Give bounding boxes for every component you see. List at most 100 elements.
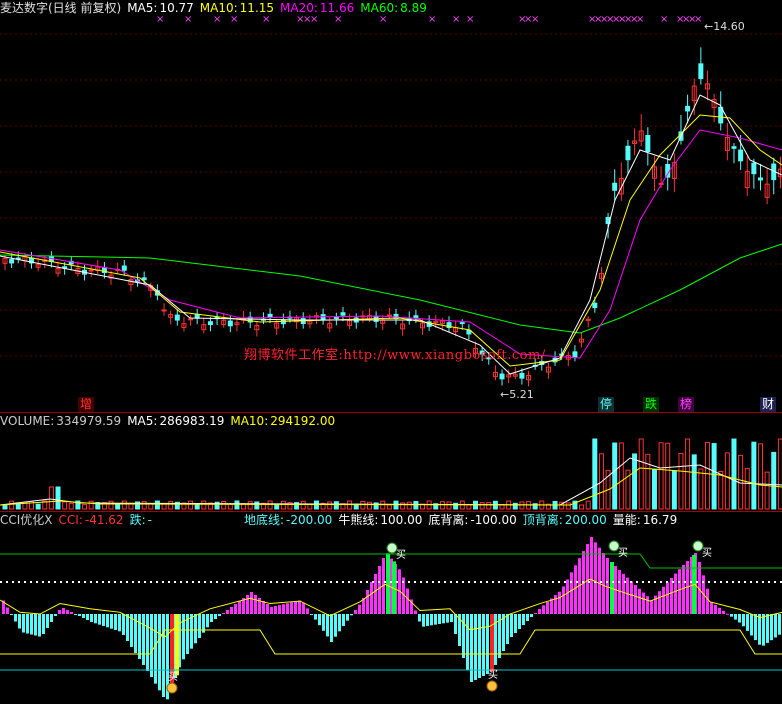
cci-bar [162, 614, 165, 697]
tag-bang[interactable]: 榜 [678, 397, 695, 412]
candle-body [267, 313, 273, 318]
volume-bar [35, 503, 41, 510]
volume-bar [9, 500, 15, 510]
candle-body [141, 277, 147, 281]
cci-bar [226, 610, 229, 614]
cci-bar [530, 614, 533, 617]
cci-bar [346, 614, 349, 621]
cci-bar [502, 614, 505, 651]
cci-bar [190, 614, 193, 649]
cci-bar [122, 614, 125, 635]
volume-bar [188, 500, 194, 510]
ma20-label: MA20: [280, 1, 318, 15]
volume-bar [757, 443, 763, 510]
cci-bar [254, 595, 257, 614]
volume-bar [234, 500, 240, 510]
volume-ma10-line [0, 467, 782, 506]
cci-bar [322, 614, 325, 631]
cci-bar [622, 573, 625, 614]
sell-signal-icon [486, 680, 498, 692]
cci-bar [718, 607, 721, 614]
signal-marker: × [694, 14, 702, 25]
cci-chart[interactable]: 买买买买买 [0, 512, 782, 704]
cci-bar [358, 604, 361, 614]
candle-body [280, 319, 286, 325]
cci-bar [294, 601, 297, 614]
candle-body [88, 269, 94, 272]
price-panel[interactable]: × × × × × × × × × × × × × × × × × × × × × × × × × × × × × × 麦达数字(日线 前… [0, 0, 782, 412]
cci-bar [486, 614, 489, 674]
volume-panel[interactable]: VOLUME: 334979.59 MA5: 286983.19 MA10: 294192… [0, 413, 782, 511]
candle-body [188, 318, 194, 321]
ma20-line [0, 129, 782, 359]
cci-bar [98, 614, 101, 625]
candle-body [751, 162, 757, 175]
cci-bar [518, 614, 521, 629]
cci-title: CCI优化X [0, 513, 53, 527]
volume-bar [88, 500, 94, 510]
ma60-value: 8.89 [400, 1, 427, 15]
buy-signal-label: 买 [618, 547, 628, 559]
cci-bar [570, 572, 573, 614]
cci-bar [106, 614, 109, 628]
volume-bar [665, 442, 671, 510]
tag-ting[interactable]: 停 [598, 397, 615, 412]
top-div-label: 顶背离: [522, 513, 563, 527]
cci-bar [222, 613, 225, 614]
cci-bar [298, 600, 301, 614]
candle-body [340, 312, 346, 316]
cci-bar [602, 553, 605, 614]
tag-zeng[interactable]: 增 [78, 397, 95, 412]
cci-bar [630, 581, 633, 614]
cci-bar [22, 614, 25, 633]
cci-label: CCI: [58, 513, 83, 527]
cci-bar [438, 614, 441, 624]
low-price-label: ←5.21 [500, 388, 534, 401]
vol-ma5-value: 286983.19 [159, 414, 225, 428]
cci-bar [114, 614, 117, 630]
signal-marker: × [531, 14, 539, 25]
cci-bar [522, 614, 525, 625]
volume-legend: VOLUME: 334979.59 MA5: 286983.19 MA10: 294192… [0, 413, 341, 429]
bottom-div-value: -100.00 [470, 513, 517, 527]
cci-bar [426, 614, 429, 626]
cci-bar [462, 614, 465, 658]
volume-bar [718, 470, 724, 510]
cci-bar [774, 614, 777, 638]
cci-bar [754, 614, 757, 641]
candle-body [625, 145, 631, 161]
volume-bar [519, 501, 525, 510]
volume-bar [744, 467, 750, 510]
cci-bar [750, 614, 753, 636]
low-price-value: 5.21 [509, 388, 534, 401]
cci-bar [642, 592, 645, 614]
cci-signal-bar [490, 614, 494, 672]
cci-bar [478, 614, 481, 678]
cci-legend: CCI优化X CCI: -41.62 跌: - 地底线: -200.00 牛熊线: 100.00… [0, 512, 683, 528]
cci-bar [198, 614, 201, 638]
cci-bar [246, 595, 249, 614]
cci-bar [370, 582, 373, 614]
volume-bar [307, 504, 313, 510]
cci-bar [706, 588, 709, 614]
volume-bar [446, 501, 452, 510]
volume-bar [280, 500, 286, 510]
cci-bar [118, 614, 121, 632]
volume-bar [751, 441, 757, 510]
energy-label: 量能: [612, 513, 641, 527]
tag-cai[interactable]: 财 [760, 397, 777, 412]
tag-die[interactable]: 跌 [643, 397, 660, 412]
volume-bar [711, 443, 717, 510]
cci-bar [94, 614, 97, 624]
cci-bar [414, 610, 417, 614]
cci-bar [330, 614, 333, 642]
cci-bar [286, 603, 289, 614]
ma5-line [0, 94, 782, 375]
cci-panel[interactable]: 买买买买买 CCI优化X CCI: -41.62 跌: - 地底线: -200.00 牛熊线:… [0, 512, 782, 704]
volume-bar [724, 452, 730, 510]
candle-body [592, 302, 598, 309]
volume-bar [168, 500, 174, 510]
cci-bar [730, 614, 733, 617]
volume-bar [360, 500, 366, 510]
cci-bar [86, 614, 89, 620]
